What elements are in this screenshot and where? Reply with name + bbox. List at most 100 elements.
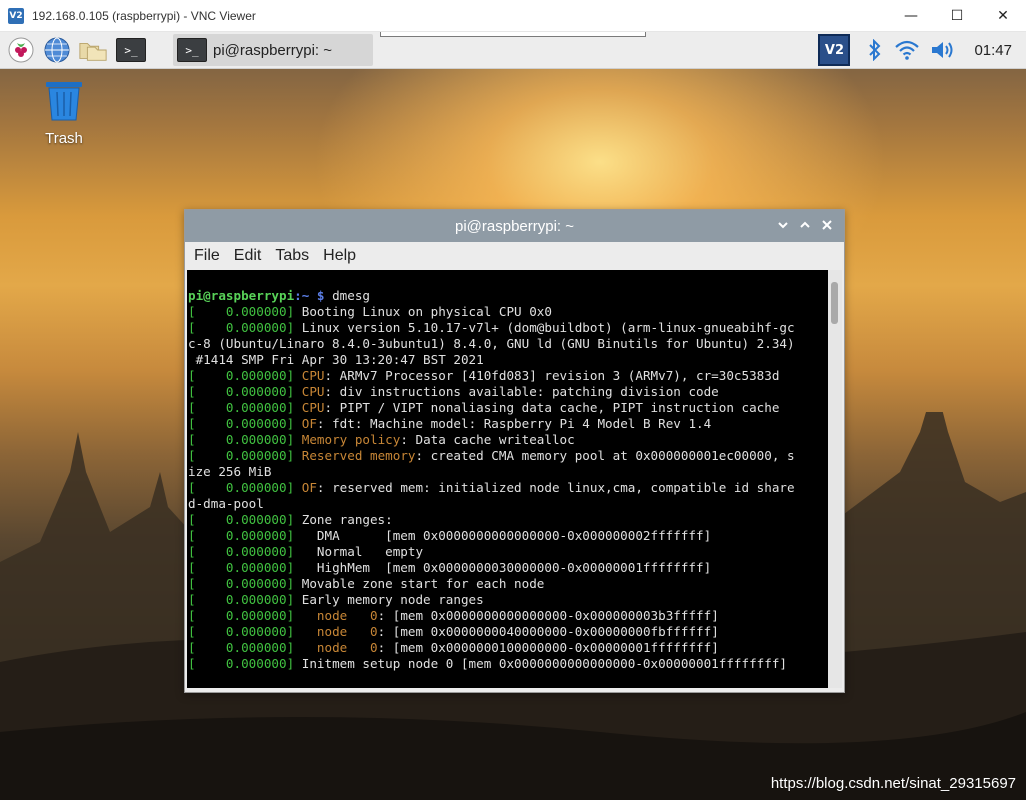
terminal-line: [ 0.000000] DMA [mem 0x0000000000000000-…	[188, 528, 828, 544]
trash-label: Trash	[45, 130, 83, 147]
terminal-line: [ 0.000000] Normal empty	[188, 544, 828, 560]
volume-tray[interactable]	[926, 32, 960, 68]
terminal-line: #1414 SMP Fri Apr 30 13:20:47 BST 2021	[188, 352, 828, 368]
terminal-line: [ 0.000000] Early memory node ranges	[188, 592, 828, 608]
terminal-scrollbar[interactable]	[828, 270, 842, 688]
terminal-minimize-button[interactable]	[772, 219, 794, 233]
terminal-line: c-8 (Ubuntu/Linaro 8.4.0-3ubuntu1) 8.4.0…	[188, 336, 828, 352]
terminal-line: [ 0.000000] Reserved memory: created CMA…	[188, 448, 828, 464]
log-timestamp: [ 0.000000]	[188, 624, 295, 639]
folder-icon	[79, 42, 107, 61]
log-subsystem: node 0	[316, 640, 378, 655]
terminal-line: [ 0.000000] Movable zone start for each …	[188, 576, 828, 592]
log-timestamp: [ 0.000000]	[188, 384, 295, 399]
remote-toolbar-handle[interactable]	[380, 32, 646, 37]
log-timestamp: [ 0.000000]	[188, 576, 295, 591]
menu-tabs[interactable]: Tabs	[268, 247, 316, 265]
terminal-line: [ 0.000000] node 0: [mem 0x0000000100000…	[188, 640, 828, 656]
log-text: ize 256 MiB	[188, 464, 272, 479]
terminal-line: [ 0.000000] HighMem [mem 0x0000000030000…	[188, 560, 828, 576]
terminal-titlebar[interactable]: pi@raspberrypi: ~	[185, 210, 844, 242]
log-timestamp: [ 0.000000]	[188, 528, 295, 543]
log-subsystem: CPU	[301, 368, 325, 383]
log-text: : [mem 0x0000000100000000-0x00000001ffff…	[377, 640, 719, 655]
log-text: : ARMv7 Processor [410fd083] revision 3 …	[324, 368, 780, 383]
terminal-line: [ 0.000000] Initmem setup node 0 [mem 0x…	[188, 656, 828, 672]
vnc-window-title: 192.168.0.105 (raspberrypi) - VNC Viewer	[32, 8, 256, 23]
log-text: : reserved mem: initialized node linux,c…	[316, 480, 795, 495]
vnc-server-tray[interactable]: V2	[818, 32, 851, 68]
menu-help[interactable]: Help	[316, 247, 363, 265]
vnc-viewer-icon: V2	[8, 7, 24, 24]
terminal-menubar: File Edit Tabs Help	[185, 242, 844, 270]
raspberry-menu-button[interactable]	[6, 35, 36, 65]
log-timestamp: [ 0.000000]	[188, 656, 295, 671]
menu-file[interactable]: File	[187, 247, 227, 265]
log-subsystem: Reserved memory	[301, 448, 416, 463]
log-subsystem: OF	[301, 480, 317, 495]
log-subsystem: node 0	[316, 608, 378, 623]
speaker-icon	[932, 42, 953, 58]
log-text: : Data cache writealloc	[400, 432, 575, 447]
terminal-line: [ 0.000000] node 0: [mem 0x0000000040000…	[188, 624, 828, 640]
terminal-icon: >_	[177, 38, 207, 62]
terminal-launcher[interactable]: >_	[116, 35, 146, 65]
terminal-window[interactable]: pi@raspberrypi: ~ File Edit Tabs Help pi…	[184, 209, 845, 693]
log-timestamp: [ 0.000000]	[188, 592, 295, 607]
log-timestamp: [ 0.000000]	[188, 480, 295, 495]
terminal-lines: pi@raspberrypi:~ $ dmesg[ 0.000000] Boot…	[187, 270, 828, 672]
log-timestamp: [ 0.000000]	[188, 560, 295, 575]
wifi-icon	[895, 40, 920, 60]
prompt-command: dmesg	[332, 288, 370, 303]
log-subsystem: CPU	[301, 400, 325, 415]
taskbar-item-label: pi@raspberrypi: ~	[213, 41, 333, 59]
prompt-symbol: $	[316, 288, 333, 303]
terminal-icon: >_	[116, 38, 146, 62]
log-timestamp: [ 0.000000]	[188, 608, 295, 623]
terminal-line: [ 0.000000] Zone ranges:	[188, 512, 828, 528]
log-timestamp: [ 0.000000]	[188, 544, 295, 559]
close-button[interactable]: ✕	[980, 0, 1026, 31]
log-text: d-dma-pool	[188, 496, 264, 511]
log-text: Initmem setup node 0 [mem 0x000000000000…	[294, 656, 787, 671]
terminal-line: [ 0.000000] Linux version 5.10.17-v7l+ (…	[188, 320, 828, 336]
desktop-icon-trash[interactable]: Trash	[36, 80, 92, 147]
log-text: #1414 SMP Fri Apr 30 13:20:47 BST 2021	[188, 352, 484, 367]
clock[interactable]: 01:47	[974, 42, 1012, 59]
web-browser-launcher[interactable]	[42, 35, 72, 65]
prompt-path: :~	[294, 288, 317, 303]
wifi-tray[interactable]	[888, 32, 926, 68]
log-text: Early memory node ranges	[294, 592, 484, 607]
terminal-maximize-button[interactable]	[794, 219, 816, 233]
terminal-line: d-dma-pool	[188, 496, 828, 512]
terminal-output[interactable]: pi@raspberrypi:~ $ dmesg[ 0.000000] Boot…	[187, 270, 828, 688]
window-controls: — ☐ ✕	[888, 0, 1026, 31]
remote-desktop[interactable]: >_ >_ pi@raspberrypi: ~ V2 01:47 Trash p…	[0, 32, 1026, 800]
minimize-button[interactable]: —	[888, 0, 934, 31]
file-manager-launcher[interactable]	[78, 35, 108, 65]
terminal-line: [ 0.000000] Booting Linux on physical CP…	[188, 304, 828, 320]
terminal-line: [ 0.000000] CPU: PIPT / VIPT nonaliasing…	[188, 400, 828, 416]
menu-edit[interactable]: Edit	[227, 247, 269, 265]
terminal-title: pi@raspberrypi: ~	[454, 217, 575, 235]
terminal-line: [ 0.000000] CPU: ARMv7 Processor [410fd0…	[188, 368, 828, 384]
bluetooth-tray[interactable]	[862, 32, 888, 68]
taskbar-item-terminal[interactable]: >_ pi@raspberrypi: ~	[173, 34, 373, 66]
prompt-line: pi@raspberrypi:~ $ dmesg	[188, 288, 828, 304]
log-timestamp: [ 0.000000]	[188, 448, 295, 463]
vnc-window-titlebar[interactable]: V2 192.168.0.105 (raspberrypi) - VNC Vie…	[0, 0, 1026, 32]
top-panel: >_ >_ pi@raspberrypi: ~ V2 01:47	[0, 32, 1026, 69]
scrollbar-thumb[interactable]	[831, 282, 838, 324]
terminal-close-button[interactable]	[816, 219, 838, 233]
log-timestamp: [ 0.000000]	[188, 368, 295, 383]
log-text: : div instructions available: patching d…	[324, 384, 719, 399]
log-timestamp: [ 0.000000]	[188, 512, 295, 527]
log-subsystem: CPU	[301, 384, 325, 399]
maximize-button[interactable]: ☐	[934, 0, 980, 31]
log-text: HighMem [mem 0x0000000030000000-0x000000…	[294, 560, 712, 575]
